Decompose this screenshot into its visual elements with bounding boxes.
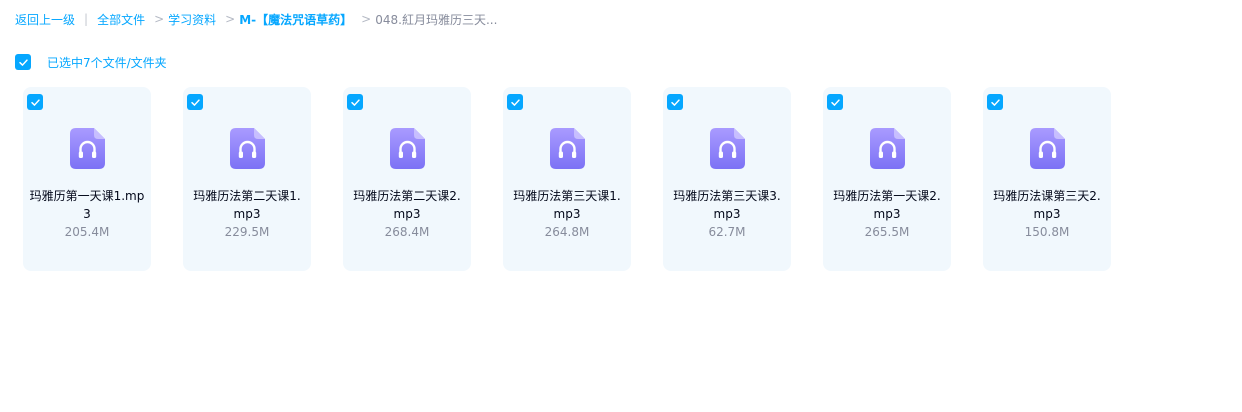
file-checkbox[interactable]	[27, 94, 43, 110]
file-checkbox[interactable]	[827, 94, 843, 110]
audio-file-icon	[870, 128, 905, 169]
check-icon	[30, 98, 40, 106]
breadcrumb-item-study-materials[interactable]: 学习资料	[168, 11, 216, 28]
file-checkbox[interactable]	[187, 94, 203, 110]
file-card[interactable]: 玛雅历法第一天课2.mp3 265.5M	[823, 87, 951, 271]
file-size: 62.7M	[708, 225, 746, 239]
file-name: 玛雅历法第二天课1.mp3	[193, 189, 301, 221]
file-name: 玛雅历第一天课1.mp3	[29, 189, 145, 221]
breadcrumb-arrow: >	[225, 12, 236, 26]
audio-file-icon	[1030, 128, 1065, 169]
file-card[interactable]: 玛雅历法课第三天2.mp3 150.8M	[983, 87, 1111, 271]
file-size: 268.4M	[384, 225, 430, 239]
file-size: 205.4M	[64, 225, 110, 239]
select-all-row: 已选中7个文件/文件夹	[15, 53, 167, 71]
breadcrumb-current-folder: 048.紅月玛雅历三天...	[375, 12, 498, 27]
check-icon	[830, 98, 840, 106]
file-card[interactable]: 玛雅历法第三天课1.mp3 264.8M	[503, 87, 631, 271]
file-card[interactable]: 玛雅历第一天课1.mp3 205.4M	[23, 87, 151, 271]
file-checkbox[interactable]	[667, 94, 683, 110]
file-size: 265.5M	[864, 225, 910, 239]
file-name: 玛雅历法第三天课3.mp3	[673, 189, 781, 221]
file-card[interactable]: 玛雅历法第二天课1.mp3 229.5M	[183, 87, 311, 271]
file-card[interactable]: 玛雅历法第三天课3.mp3 62.7M	[663, 87, 791, 271]
file-name: 玛雅历法第二天课2.mp3	[353, 189, 461, 221]
breadcrumb-separator: |	[84, 12, 89, 26]
file-checkbox[interactable]	[987, 94, 1003, 110]
file-name: 玛雅历法第三天课1.mp3	[513, 189, 621, 221]
file-name: 玛雅历法课第三天2.mp3	[993, 189, 1101, 221]
file-grid: 玛雅历第一天课1.mp3 205.4M 玛雅历法第二天课1.mp3 229.5M…	[23, 87, 1143, 271]
file-card[interactable]: 玛雅历法第二天课2.mp3 268.4M	[343, 87, 471, 271]
file-size: 150.8M	[1024, 225, 1070, 239]
check-icon	[670, 98, 680, 106]
file-checkbox[interactable]	[347, 94, 363, 110]
check-icon	[990, 98, 1000, 106]
audio-file-icon	[230, 128, 265, 169]
audio-file-icon	[550, 128, 585, 169]
breadcrumb-back-link[interactable]: 返回上一级	[15, 11, 75, 28]
selection-count-label: 已选中7个文件/文件夹	[47, 55, 167, 70]
breadcrumb-item-all-files[interactable]: 全部文件	[97, 11, 145, 28]
audio-file-icon	[710, 128, 745, 169]
audio-file-icon	[70, 128, 105, 169]
audio-file-icon	[390, 128, 425, 169]
file-size: 264.8M	[544, 225, 590, 239]
check-icon	[510, 98, 520, 106]
breadcrumb-arrow: >	[361, 12, 372, 26]
breadcrumb: 返回上一级 | 全部文件 > 学习资料 > M-【魔法咒语草药】 > 048.紅…	[15, 9, 497, 29]
check-icon	[350, 98, 360, 106]
breadcrumb-item-magic-folder[interactable]: M-【魔法咒语草药】	[239, 11, 352, 28]
breadcrumb-arrow: >	[154, 12, 165, 26]
file-size: 229.5M	[224, 225, 270, 239]
file-name: 玛雅历法第一天课2.mp3	[833, 189, 941, 221]
check-icon	[190, 98, 200, 106]
select-all-checkbox[interactable]	[15, 54, 31, 70]
check-icon	[18, 58, 28, 66]
file-browser-page: 返回上一级 | 全部文件 > 学习资料 > M-【魔法咒语草药】 > 048.紅…	[0, 0, 1242, 412]
file-checkbox[interactable]	[507, 94, 523, 110]
